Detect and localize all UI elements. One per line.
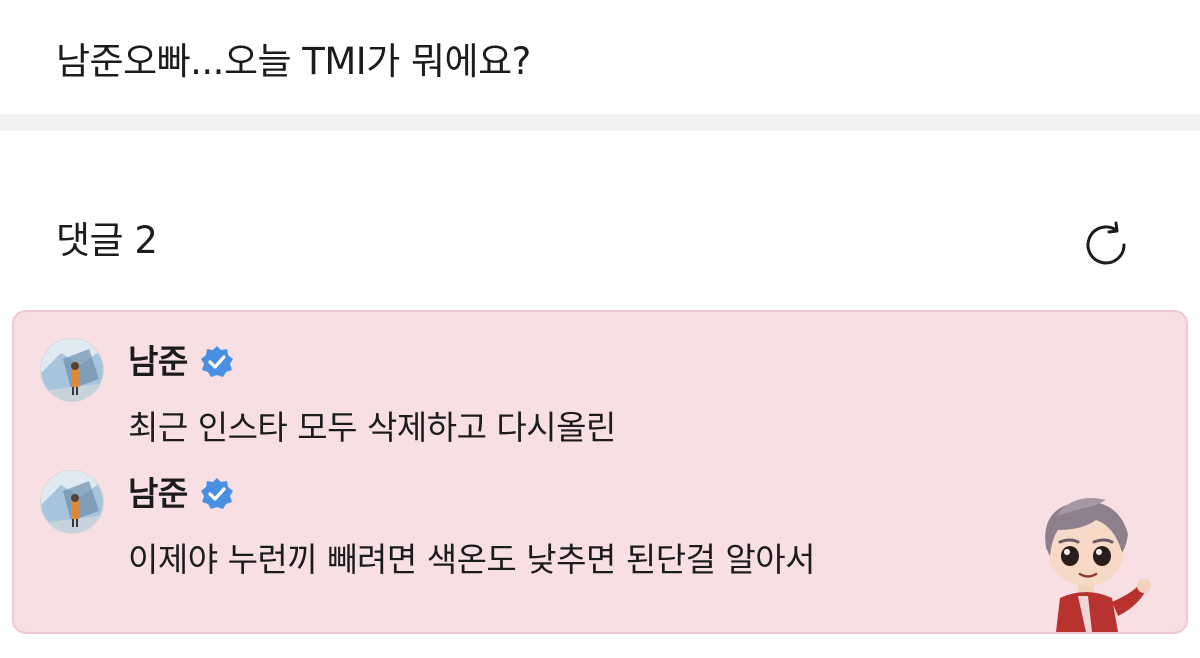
avatar-photo: [41, 471, 103, 533]
author-row: 남준: [128, 340, 234, 384]
post-title-bar: 남준오빠...오늘 TMI가 뭐에요?: [0, 0, 1200, 114]
verified-badge-icon: [200, 346, 233, 377]
avatar[interactable]: [40, 470, 104, 534]
refresh-button[interactable]: [1076, 215, 1136, 275]
character-sticker: [1045, 498, 1151, 632]
comment-item: 남준 이제야 누런끼 빼려면 색온도 낮추면 된단걸 알아서: [40, 470, 1140, 580]
post-title: 남준오빠...오늘 TMI가 뭐에요?: [56, 40, 531, 83]
comment-item: 남준 최근 인스타 모두 삭제하고 다시올린: [40, 338, 1140, 448]
refresh-icon: [1086, 221, 1126, 265]
verified-badge-icon: [200, 478, 233, 509]
comments-header: 댓글 2: [0, 131, 1200, 309]
comment-text: 이제야 누런끼 빼려면 색온도 낮추면 된단걸 알아서: [128, 540, 816, 579]
comment-thread: 남준 최근 인스타 모두 삭제하고 다시올린 남준 이제야 누런끼 빼려면 색온…: [12, 310, 1188, 634]
author-name[interactable]: 남준: [128, 472, 188, 516]
comments-count-label: 댓글 2: [56, 219, 158, 262]
comment-text: 최근 인스타 모두 삭제하고 다시올린: [128, 408, 616, 447]
author-row: 남준: [128, 472, 234, 516]
author-name[interactable]: 남준: [128, 340, 188, 384]
avatar-photo: [41, 339, 103, 401]
section-divider: [0, 114, 1200, 131]
avatar[interactable]: [40, 338, 104, 402]
